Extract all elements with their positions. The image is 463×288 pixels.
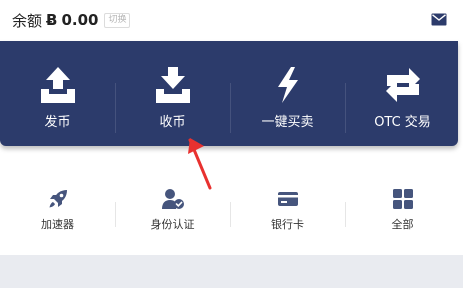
otc-trade-button[interactable]: OTC 交易 [345,41,460,146]
quick-trade-label: 一键买卖 [261,115,314,130]
bank-card-icon [278,192,298,206]
user-verified-icon [162,189,184,209]
all-features-button[interactable]: 全部 [345,180,460,240]
receive-coin-button[interactable]: 收币 [115,41,230,146]
currency-symbol: Ƀ [46,11,58,29]
all-features-label: 全部 [391,218,414,231]
balance-row: 余额 Ƀ 0.00 切换 [12,9,131,31]
accelerator-label: 加速器 [41,218,74,231]
upload-tray-icon [41,67,75,103]
lightning-icon [278,67,298,103]
balance-amount: 0.00 [61,11,99,29]
otc-trade-label: OTC 交易 [374,115,431,130]
secondary-actions-row: 加速器 身份认证 银行卡 全部 [0,180,463,240]
balance-label: 余额 [12,11,43,30]
quick-trade-button[interactable]: 一键买卖 [230,41,345,146]
identity-verification-label: 身份认证 [150,218,195,231]
bank-card-label: 银行卡 [271,218,304,231]
bank-card-button[interactable]: 银行卡 [230,180,345,240]
mail-icon[interactable] [431,13,447,26]
identity-verification-button[interactable]: 身份认证 [115,180,230,240]
download-tray-icon [156,67,190,103]
send-coin-button[interactable]: 发币 [0,41,115,146]
primary-actions-panel: 发币 收币 一键买卖 OTC 交易 [0,41,458,146]
rocket-icon [49,190,67,208]
grid-icon [393,189,413,209]
accelerator-button[interactable]: 加速器 [0,180,115,240]
currency-switch-button[interactable]: 切换 [104,12,131,28]
send-coin-label: 发币 [44,115,71,130]
exchange-arrows-icon [386,68,420,102]
receive-coin-label: 收币 [159,115,186,130]
